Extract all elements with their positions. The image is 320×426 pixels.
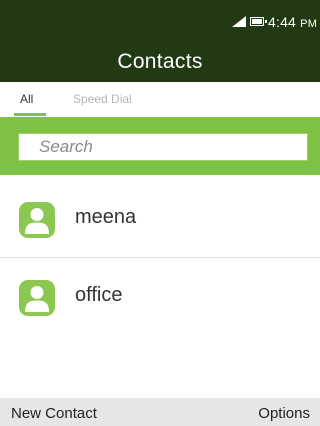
signal-strength-icon	[232, 16, 246, 27]
new-contact-softkey[interactable]: New Contact	[11, 405, 97, 422]
person-avatar-icon	[19, 280, 55, 316]
options-softkey[interactable]: Options	[258, 405, 310, 422]
contact-name: office	[75, 284, 123, 306]
page-title: Contacts	[117, 50, 203, 73]
tab-bar: All Speed Dial	[0, 82, 320, 116]
active-tab-indicator	[14, 113, 46, 116]
status-bar: 4:44 PM	[0, 12, 320, 34]
contacts-screen: 4:44 PM Contacts All Speed Dial meena	[0, 0, 320, 426]
softkey-bar: New Contact Options	[0, 398, 320, 426]
battery-icon	[250, 17, 267, 26]
status-time-value: 4:44	[268, 14, 297, 30]
status-time: 4:44 PM	[268, 14, 317, 30]
person-avatar-icon	[19, 202, 55, 238]
app-header: 4:44 PM Contacts	[0, 0, 320, 82]
search-bar	[0, 117, 320, 175]
contact-list-item[interactable]: meena	[0, 180, 320, 260]
tab-speed-dial[interactable]: Speed Dial	[73, 92, 132, 106]
status-time-ampm: PM	[300, 18, 318, 30]
contact-list-item[interactable]: office	[0, 258, 320, 338]
contact-name: meena	[75, 206, 137, 228]
search-box	[18, 133, 308, 161]
search-input[interactable]	[19, 134, 307, 160]
tab-all[interactable]: All	[20, 92, 33, 106]
